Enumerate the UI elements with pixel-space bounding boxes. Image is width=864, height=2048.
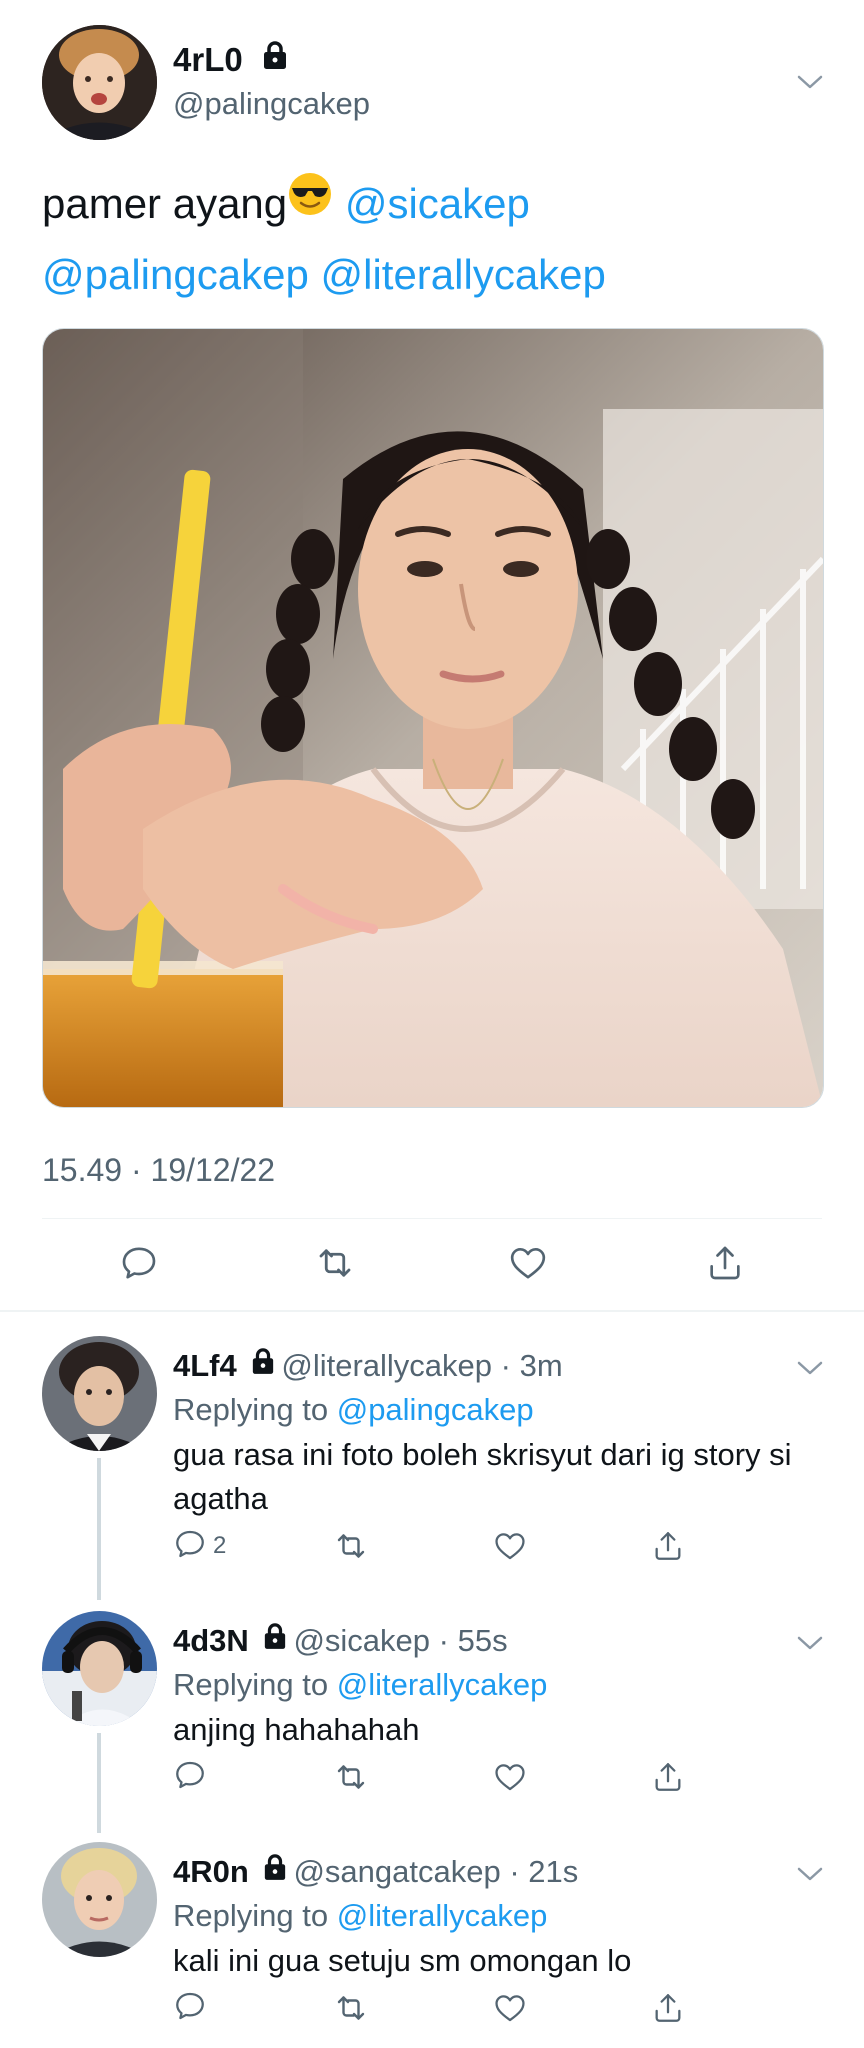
reply-tweet[interactable]: 4Lf4 @literallycakep · 3m Replying to @p… xyxy=(0,1336,864,1586)
replying-to: Replying to @literallycakep xyxy=(173,1665,547,1705)
lock-icon xyxy=(262,39,288,79)
avatar-photo xyxy=(42,1611,157,1726)
author-display-name[interactable]: 4d3N xyxy=(173,1623,249,1658)
reply-tweet[interactable]: 4d3N @sicakep · 55s Replying to @literal… xyxy=(0,1611,864,1821)
reply-icon xyxy=(173,1989,207,2028)
share-icon[interactable] xyxy=(651,1526,685,1566)
author-display-name[interactable]: 4Lf4 xyxy=(173,1348,237,1383)
retweet-icon[interactable] xyxy=(310,1238,360,1288)
author-handle[interactable]: @palingcakep xyxy=(173,84,370,124)
replying-label: Replying to xyxy=(173,1898,329,1933)
separator-dot: · xyxy=(500,1854,529,1889)
lock-icon xyxy=(263,1851,287,1891)
avatar-photo xyxy=(42,1336,157,1451)
reply-time[interactable]: 21s xyxy=(528,1854,578,1889)
mention-link[interactable]: @palingcakep xyxy=(42,251,309,298)
like-icon[interactable] xyxy=(493,1526,527,1566)
mention-link[interactable]: @literallycakep xyxy=(320,251,605,298)
main-tweet: 4rL0 @palingcakep pamer ayang @sicakep @… xyxy=(0,0,864,1310)
chevron-down-icon[interactable] xyxy=(796,1358,824,1378)
reply-header: 4R0n @sangatcakep · 21s xyxy=(173,1852,578,1894)
mention-link[interactable]: @sicakep xyxy=(345,180,530,227)
author-display-name: 4rL0 xyxy=(173,41,243,78)
author-name[interactable]: 4rL0 xyxy=(173,40,288,82)
tweet-actions xyxy=(0,1238,864,1288)
reply-actions xyxy=(173,1988,693,2028)
reply-button[interactable] xyxy=(173,1757,213,1797)
reply-text: gua rasa ini foto boleh skrisyut dari ig… xyxy=(173,1437,792,1516)
separator-dot: · xyxy=(430,1623,458,1658)
like-icon[interactable] xyxy=(503,1238,553,1288)
reply-time[interactable]: 3m xyxy=(520,1348,563,1383)
replying-to: Replying to @palingcakep xyxy=(173,1390,534,1430)
sunglasses-emoji-icon xyxy=(287,169,333,237)
replying-label: Replying to xyxy=(173,1667,329,1702)
replying-label: Replying to xyxy=(173,1392,329,1427)
reply-count: 2 xyxy=(213,1532,227,1559)
reply-header: 4d3N @sicakep · 55s xyxy=(173,1621,508,1663)
share-icon[interactable] xyxy=(651,1988,685,2028)
reply-tweet[interactable]: 4R0n @sangatcakep · 21s Replying to @lit… xyxy=(0,1842,864,2048)
retweet-icon[interactable] xyxy=(333,1757,369,1797)
lock-icon xyxy=(251,1345,275,1385)
section-divider xyxy=(0,1310,864,1312)
tweet-timestamp[interactable]: 15.49 · 19/12/22 xyxy=(42,1152,275,1189)
reply-icon xyxy=(173,1758,207,1797)
avatar[interactable] xyxy=(42,1611,157,1726)
like-icon[interactable] xyxy=(493,1988,527,2028)
reply-button[interactable] xyxy=(173,1988,213,2028)
tweet-photo-image xyxy=(43,329,823,1107)
author-handle[interactable]: @sangatcakep xyxy=(293,1854,500,1889)
reply-button[interactable]: 2 xyxy=(173,1526,226,1566)
author-display-name[interactable]: 4R0n xyxy=(173,1854,249,1889)
separator-dot: · xyxy=(492,1348,520,1383)
tweet-text-body: pamer ayang xyxy=(42,180,288,227)
reply-actions: 2 xyxy=(173,1526,693,1566)
author-handle[interactable]: @sicakep xyxy=(293,1623,430,1658)
avatar-photo xyxy=(42,1842,157,1957)
chevron-down-icon[interactable] xyxy=(796,1864,824,1884)
lock-icon xyxy=(263,1620,287,1660)
author-handle[interactable]: @literallycakep xyxy=(281,1348,492,1383)
mention-link[interactable]: @literallycakep xyxy=(337,1667,548,1702)
avatar-photo xyxy=(42,25,157,140)
avatar[interactable] xyxy=(42,25,157,140)
tweet-photo[interactable] xyxy=(42,328,824,1108)
reply-icon xyxy=(173,1527,207,1566)
mention-link[interactable]: @literallycakep xyxy=(337,1898,548,1933)
retweet-icon[interactable] xyxy=(333,1988,369,2028)
mention-link[interactable]: @palingcakep xyxy=(337,1392,534,1427)
avatar[interactable] xyxy=(42,1336,157,1451)
reply-header: 4Lf4 @literallycakep · 3m xyxy=(173,1346,563,1388)
tweet-text: pamer ayang @sicakep @palingcakep @liter… xyxy=(42,170,832,309)
chevron-down-icon[interactable] xyxy=(796,1633,824,1653)
replying-to: Replying to @literallycakep xyxy=(173,1896,547,1936)
chevron-down-icon[interactable] xyxy=(796,72,824,92)
like-icon[interactable] xyxy=(493,1757,527,1797)
share-icon[interactable] xyxy=(651,1757,685,1797)
reply-icon[interactable] xyxy=(114,1238,164,1288)
reply-time[interactable]: 55s xyxy=(458,1623,508,1658)
share-icon[interactable] xyxy=(700,1238,750,1288)
retweet-icon[interactable] xyxy=(333,1526,369,1566)
reply-text: anjing hahahahah xyxy=(173,1712,420,1747)
avatar[interactable] xyxy=(42,1842,157,1957)
divider xyxy=(42,1218,822,1219)
reply-actions xyxy=(173,1757,693,1797)
reply-text: kali ini gua setuju sm omongan lo xyxy=(173,1943,632,1978)
